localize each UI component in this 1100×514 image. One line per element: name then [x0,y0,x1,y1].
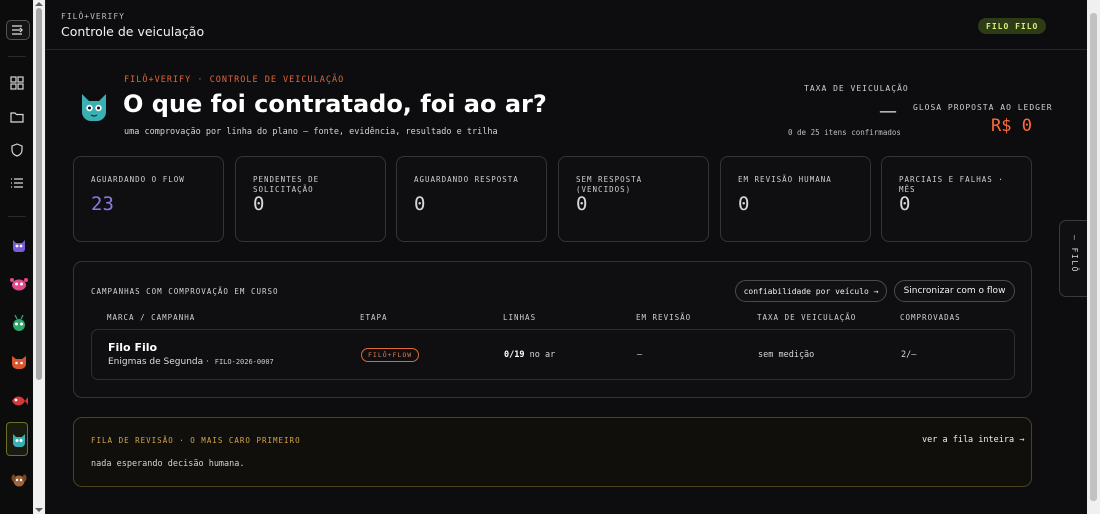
brown-dog-avatar[interactable] [9,470,29,490]
page-scrollbar-thumb[interactable] [1090,13,1097,501]
side-tab-label: — FILÔ [1070,235,1079,273]
column-header: COMPROVADAS [900,313,961,322]
column-header: ETAPA [360,313,388,322]
stat-card-pending-request[interactable]: PENDENTES DE SOLICITAÇÃO 0 [235,156,386,242]
green-bug-avatar[interactable] [9,313,29,333]
shield-icon[interactable] [8,141,26,159]
campaign-code: FILO-2026-0007 [214,358,274,366]
campaigns-panel: CAMPANHAS COM COMPROVAÇÃO EM CURSO confi… [73,261,1032,398]
review-queue-empty: nada esperando decisão humana. [91,459,245,469]
column-header: EM REVISÃO [636,313,692,322]
review-queue-title: FILA DE REVISÃO · O MAIS CARO PRIMEIRO [91,436,301,445]
view-queue-link[interactable]: ver a fila inteira → [922,435,1024,445]
reliability-button[interactable]: confiabilidade por veículo → [735,280,887,302]
stat-value: 0 [253,193,265,215]
stat-card-no-response[interactable]: SEM RESPOSTA (VENCIDOS) 0 [558,156,709,242]
campaign-brand: Filo Filo [108,341,158,354]
teal-cat-avatar[interactable] [9,430,29,450]
stat-value: 23 [91,193,114,215]
stage-badge: FILÔ+FLOW [361,348,420,362]
stat-label: PENDENTES DE SOLICITAÇÃO [253,175,320,194]
client-badge[interactable]: FILO FILO [978,18,1047,34]
glosa-label: GLOSA PROPOSTA AO LEDGER [913,103,1053,112]
red-panda-avatar[interactable] [9,352,29,372]
stat-label: PARCIAIS E FALHAS · MÊS [899,175,1004,194]
proven-cell: 2/— [901,350,917,360]
sync-flow-button[interactable]: Sincronizar com o flow [894,280,1015,302]
rail-scrollbar[interactable] [33,0,45,514]
rate-label: TAXA DE VEICULAÇÃO [804,84,909,93]
main-content: FILÔ+VERIFY Controle de veiculação FILO … [45,0,1089,514]
stat-value: 0 [576,193,588,215]
stat-card-awaiting-response[interactable]: AGUARDANDO RESPOSTA 0 [396,156,547,242]
stat-label: EM REVISÃO HUMANA [738,175,832,184]
rail-scrollbar-thumb[interactable] [36,8,42,380]
rate-note: 0 de 25 itens confirmados [788,128,901,137]
page-title: O que foi contratado, foi ao ar? [123,90,547,118]
stat-label: SEM RESPOSTA (VENCIDOS) [576,175,643,194]
red-fish-avatar[interactable] [9,391,29,411]
left-rail [0,0,45,514]
stat-card-awaiting-flow[interactable]: AGUARDANDO O FLOW 23 [73,156,224,242]
rail-divider [8,56,26,57]
rate-value: — [879,101,897,122]
header-title: Controle de veiculação [61,24,205,39]
page-subtitle: uma comprovação por linha do plano — fon… [124,127,498,137]
glosa-value: R$ 0 [991,116,1032,136]
campaign-name: Enigmas de Segunda [108,357,204,367]
stat-label: AGUARDANDO O FLOW [91,175,185,184]
purple-cat-avatar[interactable] [9,235,29,255]
column-header: TAXA DE VEICULAÇÃO [757,313,857,322]
stat-label: AGUARDANDO RESPOSTA [414,175,519,184]
campaign-name-line: Enigmas de Segunda · FILO-2026-0007 [108,357,274,367]
lines-count: 0/19 [504,350,525,360]
lines-cell: 0/19 no ar [504,350,555,360]
column-header: MARCA / CAMPANHA [107,313,196,322]
review-queue-panel: FILA DE REVISÃO · O MAIS CARO PRIMEIRO v… [73,417,1032,487]
list-icon[interactable] [8,174,26,192]
teal-cat-logo-icon [79,92,109,124]
stat-card-partial-failures[interactable]: PARCIAIS E FALHAS · MÊS 0 [881,156,1032,242]
column-header: LINHAS [503,313,537,322]
page-scrollbar[interactable] [1087,0,1100,514]
grid-icon[interactable] [8,74,26,92]
header-brand: FILÔ+VERIFY [61,12,125,21]
lines-suffix: no ar [529,350,556,360]
filo-side-tab[interactable]: — FILÔ [1059,220,1089,297]
top-bar: FILÔ+VERIFY Controle de veiculação FILO … [46,0,1088,50]
review-cell: — [637,350,643,360]
campaigns-title: CAMPANHAS COM COMPROVAÇÃO EM CURSO [91,287,279,296]
table-row[interactable]: Filo Filo Enigmas de Segunda · FILO-2026… [91,329,1015,380]
rail-divider [8,216,26,217]
hero-eyebrow: FILÔ+VERIFY · CONTROLE DE VEICULAÇÃO [124,75,345,85]
folder-icon[interactable] [8,108,26,126]
rate-cell: sem medição [758,350,815,360]
stat-value: 0 [899,193,911,215]
panel-toggle-icon[interactable] [6,20,30,40]
stat-value: 0 [414,193,426,215]
stat-card-human-review[interactable]: EM REVISÃO HUMANA 0 [720,156,871,242]
pink-creature-avatar[interactable] [9,274,29,294]
stat-value: 0 [738,193,750,215]
